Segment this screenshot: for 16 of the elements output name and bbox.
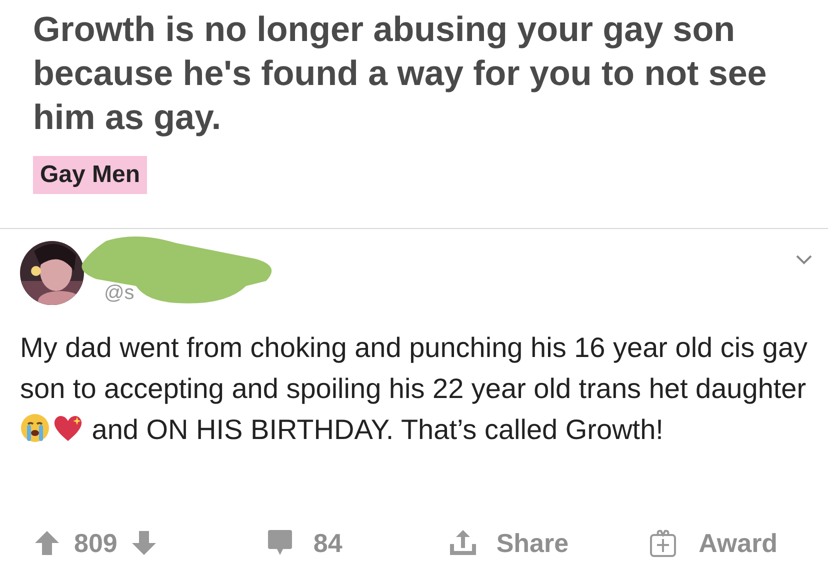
- comment-count: 84: [313, 526, 342, 560]
- share-icon: [448, 528, 478, 558]
- award-button[interactable]: Award: [648, 524, 778, 562]
- post-title: Growth is no longer abusing your gay son because he's found a way for you to not see him as gay.: [33, 9, 768, 139]
- tweet-text: and ON HIS BIRTHDAY. That’s called Growth!: [92, 414, 664, 445]
- heart-icon: [52, 413, 84, 443]
- crying-face-icon: [20, 413, 50, 443]
- share-button[interactable]: Share: [448, 524, 569, 562]
- downvote-icon[interactable]: [131, 530, 158, 556]
- user-handle: @s: [104, 281, 134, 306]
- vote-count: 809: [74, 526, 118, 560]
- upvote-icon[interactable]: [34, 530, 60, 556]
- comment-icon[interactable]: [267, 529, 294, 557]
- chevron-down-icon[interactable]: [796, 255, 812, 265]
- flair-tag: Gay Men: [33, 156, 148, 194]
- gift-icon: [648, 528, 677, 558]
